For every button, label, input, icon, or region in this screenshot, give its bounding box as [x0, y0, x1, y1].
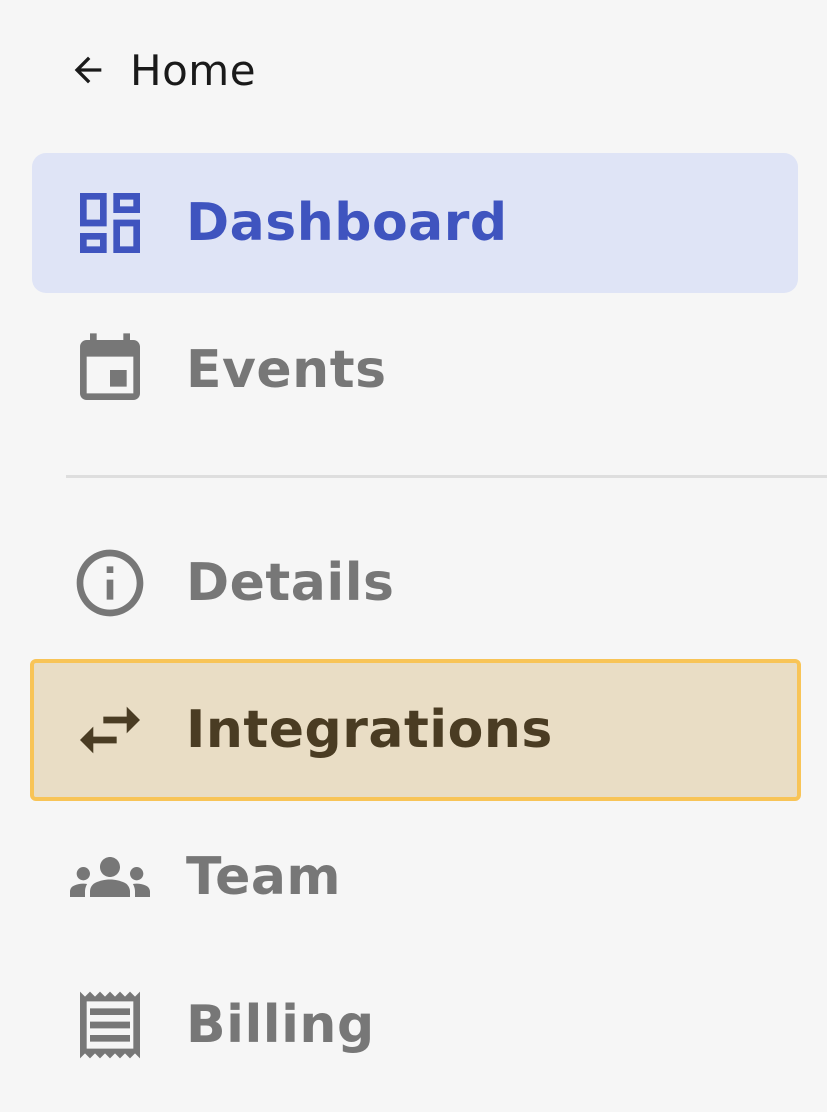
sidebar-item-label: Dashboard — [186, 193, 508, 253]
people-icon — [70, 837, 150, 917]
receipt-icon — [70, 985, 150, 1065]
back-home-label: Home — [130, 45, 257, 95]
dashboard-icon — [70, 183, 150, 263]
sidebar-item-dashboard[interactable]: Dashboard — [32, 153, 798, 293]
nav-divider — [66, 475, 827, 478]
sidebar-item-label: Billing — [186, 995, 375, 1055]
calendar-icon — [70, 330, 150, 410]
info-icon — [70, 543, 150, 623]
sidebar-nav: Home Dashboard Events Details Integratio… — [0, 0, 827, 1112]
arrow-left-icon — [74, 56, 102, 84]
sidebar-item-label: Integrations — [186, 700, 553, 760]
sidebar-item-integrations[interactable]: Integrations — [30, 659, 801, 801]
sidebar-item-billing[interactable]: Billing — [32, 955, 798, 1095]
sidebar-item-team[interactable]: Team — [32, 807, 798, 947]
sidebar-item-label: Events — [186, 340, 387, 400]
sidebar-item-details[interactable]: Details — [32, 513, 798, 653]
back-home-link[interactable]: Home — [68, 40, 256, 100]
sidebar-item-label: Team — [186, 847, 342, 907]
sidebar-item-events[interactable]: Events — [32, 300, 798, 440]
sidebar-item-label: Details — [186, 553, 395, 613]
swap-arrows-icon — [70, 690, 150, 770]
